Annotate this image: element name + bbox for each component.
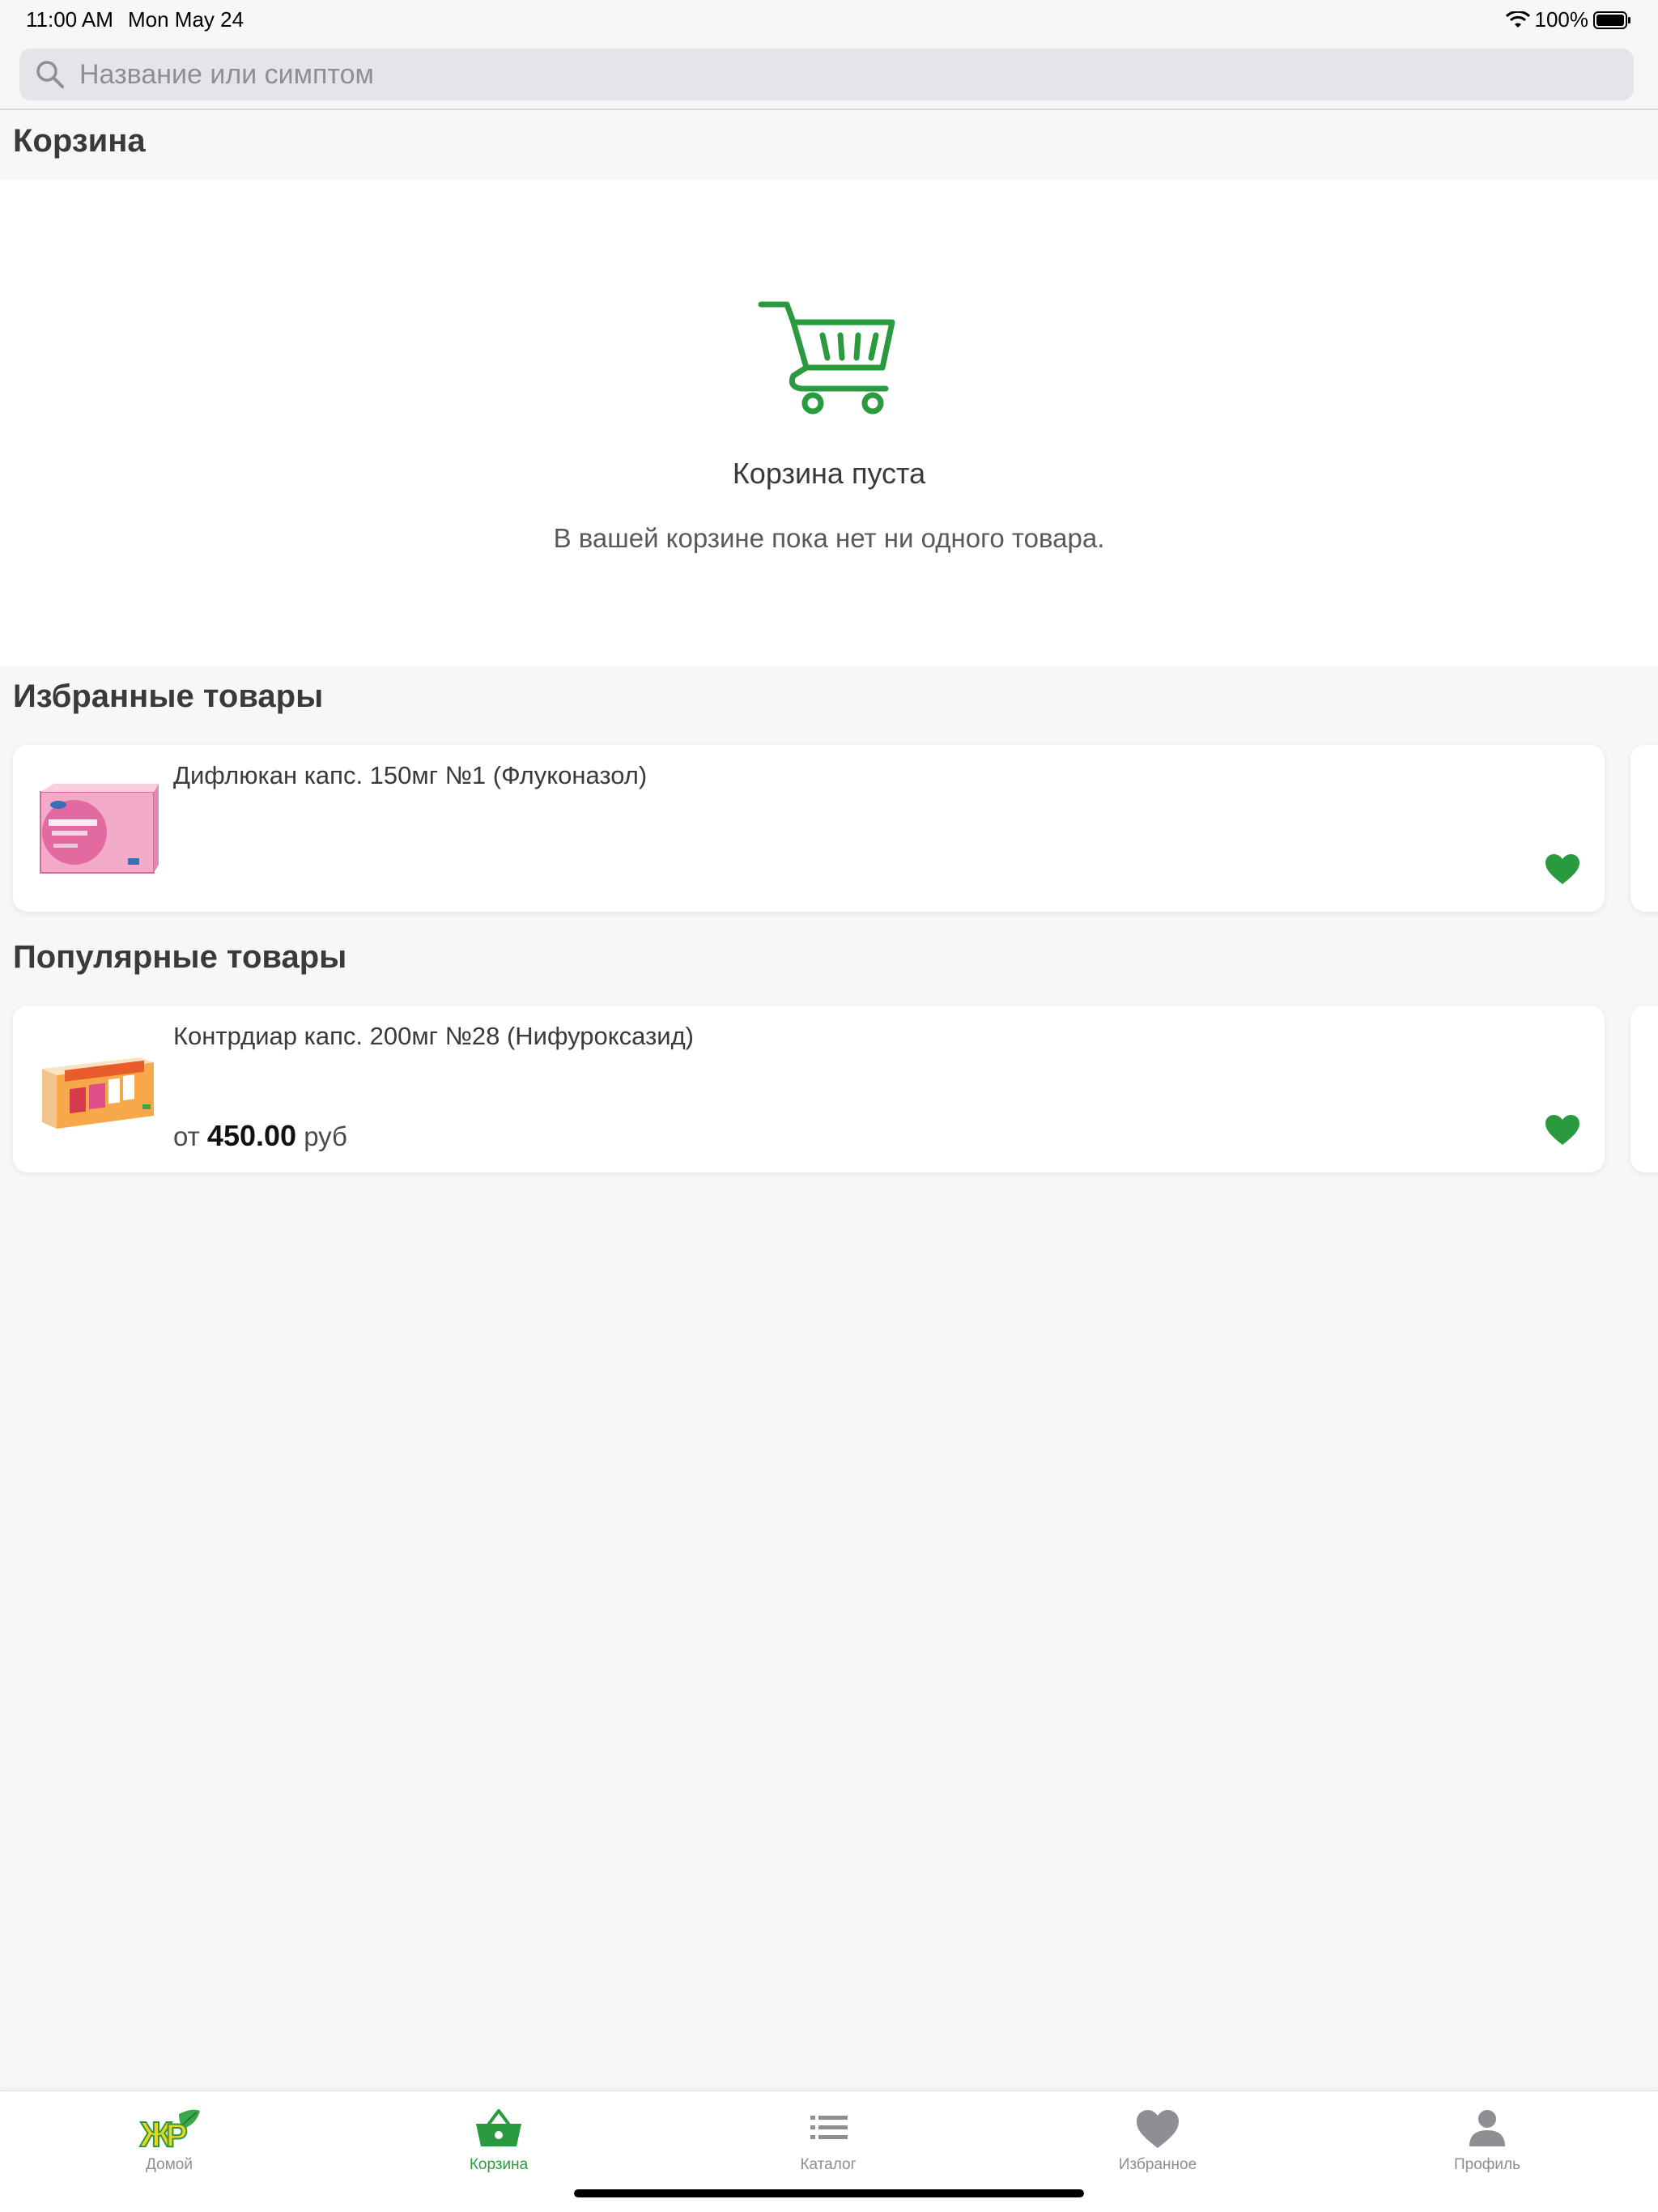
heart-icon xyxy=(1137,2110,1179,2148)
battery-percent: 100% xyxy=(1534,7,1589,32)
tab-label: Каталог xyxy=(800,2156,857,2173)
product-name[interactable]: Контрдиар капс. 200мг №28 (Нифуроксазид) xyxy=(173,1022,694,1051)
product-image[interactable] xyxy=(37,1038,159,1143)
tab-catalog[interactable]: Каталог xyxy=(731,2106,925,2174)
tab-profile[interactable]: Профиль xyxy=(1390,2106,1584,2174)
user-icon xyxy=(1469,2110,1505,2146)
home-indicator[interactable] xyxy=(574,2189,1084,2197)
status-date: Mon May 24 xyxy=(128,7,244,32)
empty-cart-panel: Корзина пуста В вашей корзине пока нет н… xyxy=(0,180,1658,666)
status-bar: 11:00 AM Mon May 24 100% xyxy=(0,0,1658,40)
product-name[interactable]: Дифлюкан капс. 150мг №1 (Флуконазол) xyxy=(173,761,647,790)
heart-icon[interactable] xyxy=(1545,1114,1580,1146)
empty-cart-message: В вашей корзине пока нет ни одного товар… xyxy=(553,523,1105,553)
price-prefix: от xyxy=(173,1121,200,1151)
popular-product-card[interactable]: Контрдиар капс. 200мг №28 (Нифуроксазид)… xyxy=(13,1006,1605,1172)
tab-label: Избранное xyxy=(1118,2156,1197,2173)
svg-text:Р: Р xyxy=(166,2118,188,2151)
status-indicators: 100% xyxy=(1505,7,1633,32)
basket-icon xyxy=(476,2109,521,2146)
price-currency: руб xyxy=(304,1121,347,1151)
product-image[interactable] xyxy=(37,777,159,883)
search-icon xyxy=(36,61,64,88)
page-title: Корзина xyxy=(13,123,146,159)
cart-icon xyxy=(758,301,895,415)
tab-favorites[interactable]: Избранное xyxy=(1061,2106,1255,2174)
tab-label: Профиль xyxy=(1453,2156,1521,2173)
product-price: от 450.00 руб xyxy=(173,1119,347,1153)
search-input[interactable] xyxy=(79,58,1537,91)
status-time: 11:00 AM xyxy=(26,7,113,32)
heart-icon[interactable] xyxy=(1545,853,1580,886)
search-bar[interactable] xyxy=(19,49,1634,100)
divider xyxy=(0,108,1658,110)
next-card-peek[interactable] xyxy=(1630,1006,1658,1172)
price-amount: 450.00 xyxy=(206,1119,297,1152)
battery-icon xyxy=(1593,11,1630,29)
tab-home[interactable]: Ж Р Домой xyxy=(72,2106,266,2174)
favorite-product-card[interactable]: Дифлюкан капс. 150мг №1 (Флуконазол) xyxy=(13,745,1605,912)
popular-title: Популярные товары xyxy=(13,939,347,975)
tab-cart[interactable]: Корзина xyxy=(402,2106,596,2174)
list-icon xyxy=(810,2116,848,2139)
tab-label: Корзина xyxy=(469,2156,529,2173)
next-card-peek[interactable] xyxy=(1630,745,1658,912)
empty-cart-title: Корзина пуста xyxy=(732,457,926,490)
tab-label: Домой xyxy=(146,2156,193,2173)
home-logo-icon: Ж Р xyxy=(138,2109,200,2151)
wifi-icon xyxy=(1505,11,1530,28)
favorites-title: Избранные товары xyxy=(13,678,324,714)
